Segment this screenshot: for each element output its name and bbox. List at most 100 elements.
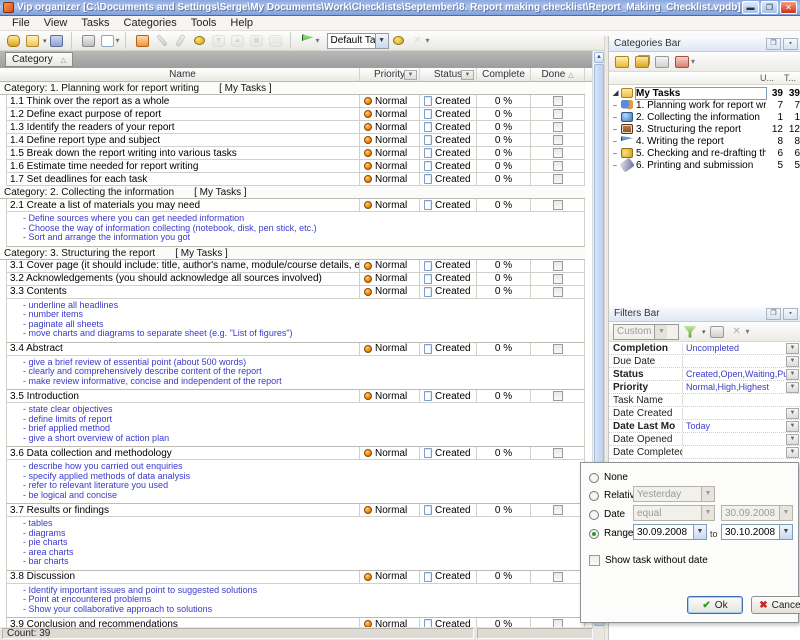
restore-button[interactable]: ❐ bbox=[761, 1, 778, 14]
chevron-down-icon[interactable]: ▼ bbox=[786, 447, 799, 458]
task-status-cell[interactable]: Created bbox=[420, 286, 477, 298]
sidebar-item-my-tasks[interactable]: ◢My Tasks3939 bbox=[609, 87, 800, 99]
task-priority-cell[interactable]: Normal bbox=[360, 260, 420, 272]
table-row[interactable]: 1.5 Break down the report writing into v… bbox=[6, 147, 585, 160]
demote-button[interactable]: ▣ bbox=[248, 32, 266, 49]
table-row[interactable]: 3.6 Data collection and methodologyNorma… bbox=[6, 447, 585, 460]
show-task-without-date-option[interactable]: Show task without date bbox=[589, 555, 708, 566]
task-complete-cell[interactable]: 0 % bbox=[477, 160, 531, 172]
done-checkbox[interactable] bbox=[553, 505, 563, 515]
task-priority-cell[interactable]: Normal bbox=[360, 173, 420, 185]
filters-toolbar-overflow-icon[interactable]: ▾ bbox=[746, 327, 750, 336]
task-status-cell[interactable]: Created bbox=[420, 134, 477, 146]
menu-categories[interactable]: Categories bbox=[118, 17, 183, 29]
task-done-cell[interactable] bbox=[531, 571, 585, 583]
task-name-cell[interactable]: 3.9 Conclusion and recommendations bbox=[6, 618, 360, 627]
chevron-down-icon[interactable]: ▼ bbox=[786, 382, 799, 393]
tree-column-uncompleted[interactable]: U... bbox=[760, 73, 774, 83]
tree-expand-icon[interactable]: ◢ bbox=[613, 89, 621, 97]
task-priority-cell[interactable]: Normal bbox=[360, 160, 420, 172]
task-view-combo[interactable]: Default Tas ▼ bbox=[327, 33, 389, 49]
print-button[interactable] bbox=[80, 32, 98, 49]
task-done-cell[interactable] bbox=[531, 160, 585, 172]
task-status-cell[interactable]: Created bbox=[420, 504, 477, 516]
chevron-down-icon[interactable]: ▼ bbox=[779, 525, 792, 539]
radio-icon[interactable] bbox=[589, 473, 599, 483]
table-row[interactable]: 1.6 Estimate time needed for report writ… bbox=[6, 160, 585, 173]
customize-view-button[interactable] bbox=[390, 32, 408, 49]
table-row[interactable]: 1.4 Define report type and subjectNormal… bbox=[6, 134, 585, 147]
filter-preset-combo[interactable]: Custom ▼ bbox=[613, 324, 679, 340]
chevron-down-icon[interactable]: ▼ bbox=[786, 421, 799, 432]
radio-icon[interactable] bbox=[589, 491, 599, 501]
save-button[interactable] bbox=[48, 32, 66, 49]
minimize-button[interactable]: ▬ bbox=[742, 1, 759, 14]
complete-task-button[interactable] bbox=[172, 32, 190, 49]
clear-filter-button[interactable]: ✕ bbox=[728, 323, 746, 340]
table-row[interactable]: 3.8 DiscussionNormalCreated0 % bbox=[6, 571, 585, 584]
dock-panel-icon[interactable]: ❐ bbox=[766, 308, 781, 320]
task-done-cell[interactable] bbox=[531, 504, 585, 516]
range-from-combo[interactable]: 30.09.2008 ▼ bbox=[633, 524, 707, 540]
close-button[interactable]: ✕ bbox=[780, 1, 797, 14]
category-group-row[interactable]: Category: 3. Structuring the report[ My … bbox=[0, 247, 585, 260]
chevron-down-icon[interactable]: ▼ bbox=[786, 434, 799, 445]
task-complete-cell[interactable]: 0 % bbox=[477, 390, 531, 402]
status-filter-icon[interactable]: ▼ bbox=[461, 70, 474, 80]
task-done-cell[interactable] bbox=[531, 173, 585, 185]
add-category-button[interactable] bbox=[613, 53, 631, 70]
task-name-cell[interactable]: 1.3 Identify the readers of your report bbox=[6, 121, 360, 133]
done-checkbox[interactable] bbox=[553, 135, 563, 145]
new-database-button[interactable] bbox=[4, 32, 22, 49]
task-done-cell[interactable] bbox=[531, 147, 585, 159]
task-done-cell[interactable] bbox=[531, 343, 585, 355]
task-name-cell[interactable]: 3.7 Results or findings bbox=[6, 504, 360, 516]
task-status-cell[interactable]: Created bbox=[420, 343, 477, 355]
task-done-cell[interactable] bbox=[531, 260, 585, 272]
radio-icon[interactable] bbox=[589, 510, 599, 520]
table-row[interactable]: 3.9 Conclusion and recommendationsNormal… bbox=[6, 618, 585, 627]
task-status-cell[interactable]: Created bbox=[420, 447, 477, 459]
dock-panel-icon[interactable]: ❐ bbox=[766, 38, 781, 50]
filter-row-date-created[interactable]: Date Created▼ bbox=[609, 407, 800, 420]
task-priority-cell[interactable]: Normal bbox=[360, 108, 420, 120]
task-done-cell[interactable] bbox=[531, 108, 585, 120]
task-done-cell[interactable] bbox=[531, 134, 585, 146]
toolbar-overflow-icon[interactable]: ▾ bbox=[316, 36, 320, 45]
edit-filter-button[interactable] bbox=[708, 323, 726, 340]
done-checkbox[interactable] bbox=[553, 122, 563, 132]
range-to-combo[interactable]: 30.10.2008 ▼ bbox=[721, 524, 793, 540]
task-name-cell[interactable]: 3.1 Cover page (it should include: title… bbox=[6, 260, 360, 272]
task-complete-cell[interactable]: 0 % bbox=[477, 286, 531, 298]
task-status-cell[interactable]: Created bbox=[420, 160, 477, 172]
task-priority-cell[interactable]: Normal bbox=[360, 504, 420, 516]
chevron-down-icon[interactable]: ▼ bbox=[786, 369, 799, 380]
done-checkbox[interactable] bbox=[553, 174, 563, 184]
table-row[interactable]: 1.2 Define exact purpose of reportNormal… bbox=[6, 108, 585, 121]
delete-category-button[interactable] bbox=[673, 53, 691, 70]
done-checkbox[interactable] bbox=[553, 344, 563, 354]
table-row[interactable]: 1.3 Identify the readers of your reportN… bbox=[6, 121, 585, 134]
task-complete-cell[interactable]: 0 % bbox=[477, 343, 531, 355]
done-checkbox[interactable] bbox=[553, 619, 563, 627]
promote-button[interactable]: ▢ bbox=[267, 32, 285, 49]
task-status-cell[interactable]: Created bbox=[420, 571, 477, 583]
task-name-cell[interactable]: 1.5 Break down the report writing into v… bbox=[6, 147, 360, 159]
task-complete-cell[interactable]: 0 % bbox=[477, 95, 531, 107]
option-range[interactable]: Range bbox=[589, 528, 633, 539]
done-checkbox[interactable] bbox=[553, 161, 563, 171]
task-status-cell[interactable]: Created bbox=[420, 273, 477, 285]
table-row[interactable]: 1.7 Set deadlines for each taskNormalCre… bbox=[6, 173, 585, 186]
task-priority-cell[interactable]: Normal bbox=[360, 134, 420, 146]
add-task-button[interactable] bbox=[134, 32, 152, 49]
task-done-cell[interactable] bbox=[531, 390, 585, 402]
task-complete-cell[interactable]: 0 % bbox=[477, 173, 531, 185]
task-name-cell[interactable]: 1.1 Think over the report as a whole bbox=[6, 95, 360, 107]
range-to-value[interactable]: 30.10.2008 bbox=[722, 527, 779, 538]
move-up-button[interactable]: ▲ bbox=[229, 32, 247, 49]
menu-help[interactable]: Help bbox=[224, 17, 259, 29]
done-checkbox[interactable] bbox=[553, 148, 563, 158]
task-complete-cell[interactable]: 0 % bbox=[477, 273, 531, 285]
filter-value[interactable]: Normal,High,Highest bbox=[683, 382, 786, 392]
task-complete-cell[interactable]: 0 % bbox=[477, 147, 531, 159]
